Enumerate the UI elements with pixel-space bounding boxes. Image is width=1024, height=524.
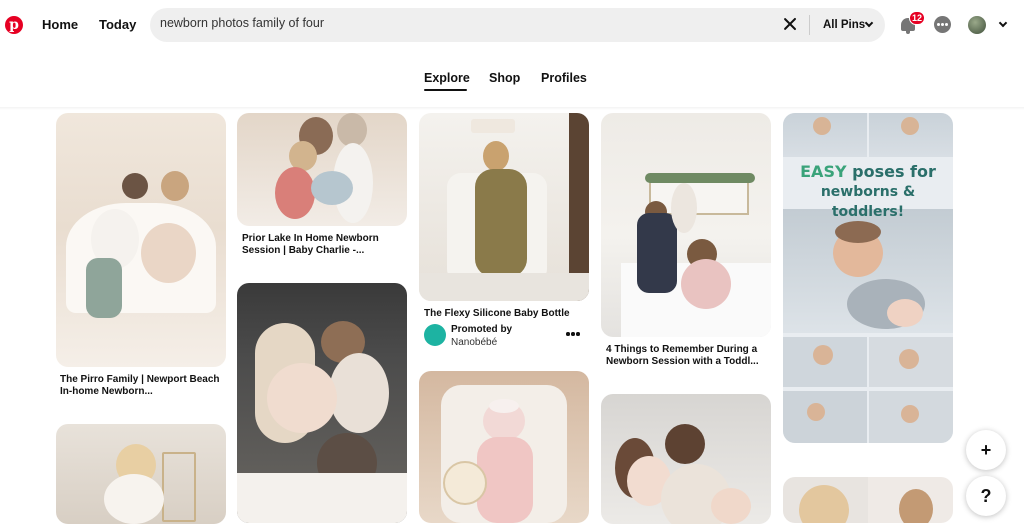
overlay-newborns-toddlers: newborns & toddlers! xyxy=(820,184,916,220)
tab-profiles[interactable]: Profiles xyxy=(541,71,587,85)
pin-title[interactable]: The Pirro Family | Newport Beach In-home… xyxy=(60,374,225,398)
overlay-poses-for: poses for xyxy=(846,162,936,181)
advertiser-name[interactable]: Nanobébé xyxy=(451,337,497,348)
pin-image-mom-kids[interactable] xyxy=(237,283,407,523)
nav-home-link[interactable]: Home xyxy=(42,17,78,32)
overlay-easy-word: EASY xyxy=(800,162,847,181)
pin-image-newborn-ever[interactable] xyxy=(419,371,589,523)
pin-filter-dropdown[interactable]: All Pins xyxy=(823,19,865,31)
user-avatar[interactable] xyxy=(968,16,986,34)
more-options-icon[interactable] xyxy=(566,332,580,336)
pin-image-prior-lake[interactable] xyxy=(237,113,407,226)
pinterest-logo-icon[interactable]: p xyxy=(5,16,23,34)
nav-today-link[interactable]: Today xyxy=(99,17,136,32)
pin-image-toddler[interactable] xyxy=(56,424,226,524)
pin-title[interactable]: 4 Things to Remember During a Newborn Se… xyxy=(606,344,771,368)
search-input[interactable]: newborn photos family of four xyxy=(160,16,324,30)
easy-poses-overlay-text: EASY poses for newborns & toddlers! xyxy=(783,162,953,222)
header-separator xyxy=(0,107,1024,110)
add-pin-button[interactable]: + xyxy=(966,430,1006,470)
pin-title[interactable]: The Flexy Silicone Baby Bottle xyxy=(424,308,589,320)
help-button[interactable]: ? xyxy=(966,476,1006,516)
pin-image-flexy-bottle[interactable] xyxy=(419,113,589,301)
promoted-label: Promoted by xyxy=(451,324,513,335)
chevron-down-icon[interactable] xyxy=(864,18,874,28)
tab-shop[interactable]: Shop xyxy=(489,71,520,85)
pin-image-pirro-family[interactable] xyxy=(56,113,226,367)
search-bar[interactable]: newborn photos family of four All Pins xyxy=(150,8,885,42)
search-divider xyxy=(809,15,810,35)
notification-count-badge: 12 xyxy=(909,11,925,25)
pin-image-parents-baby[interactable] xyxy=(601,394,771,524)
pin-image-four-things[interactable] xyxy=(601,113,771,337)
tab-explore[interactable]: Explore xyxy=(424,71,470,85)
active-tab-indicator xyxy=(424,89,467,91)
clear-search-icon[interactable] xyxy=(782,16,798,32)
top-nav: p Home Today newborn photos family of fo… xyxy=(0,0,1024,52)
advertiser-logo[interactable] xyxy=(424,324,446,346)
pin-title[interactable]: Prior Lake In Home Newborn Session | Bab… xyxy=(242,233,407,257)
account-chevron-down-icon[interactable] xyxy=(998,18,1008,28)
pin-image-mother-baby[interactable] xyxy=(783,477,953,523)
messages-icon[interactable] xyxy=(934,16,951,33)
